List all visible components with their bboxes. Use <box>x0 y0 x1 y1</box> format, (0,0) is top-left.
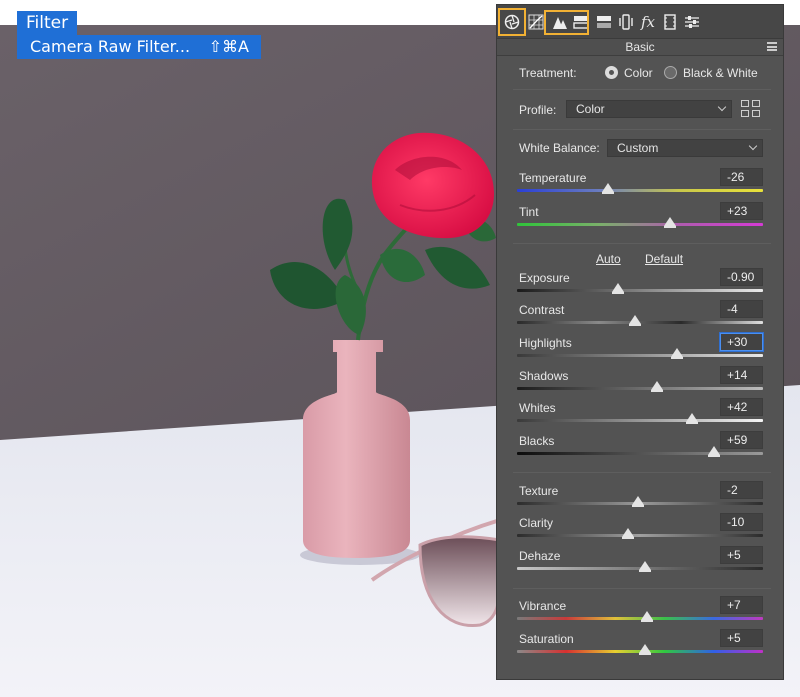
profile-label: Profile: <box>519 103 557 117</box>
tint-value-input[interactable]: +23 <box>720 202 763 220</box>
fx-icon[interactable]: fx <box>637 11 659 33</box>
auto-link[interactable]: Auto <box>596 252 621 266</box>
tint-slider-track[interactable] <box>517 223 763 226</box>
tone-curve-icon[interactable] <box>525 11 547 33</box>
treatment-bw-radio[interactable] <box>664 66 677 79</box>
blacks-value-input[interactable]: +59 <box>720 431 763 449</box>
white-balance-select[interactable]: Custom <box>607 139 763 157</box>
dehaze-slider-thumb[interactable] <box>638 561 651 572</box>
blacks-slider-track[interactable] <box>517 452 763 455</box>
hsl-icon[interactable] <box>570 11 592 33</box>
highlights-slider-thumb[interactable] <box>670 348 683 359</box>
chevron-down-icon <box>748 141 758 151</box>
lens-corrections-icon[interactable] <box>615 11 637 33</box>
vibrance-value-input[interactable]: +7 <box>720 596 763 614</box>
treatment-color-radio[interactable] <box>605 66 618 79</box>
exposure-label: Exposure <box>519 271 570 285</box>
tint-label: Tint <box>519 205 539 219</box>
texture-value-input[interactable]: -2 <box>720 481 763 499</box>
shadows-slider-thumb[interactable] <box>651 381 664 392</box>
vibrance-slider-thumb[interactable] <box>641 611 654 622</box>
texture-label: Texture <box>519 484 559 498</box>
exposure-slider-track[interactable] <box>517 289 763 292</box>
panel-toolbar: fx <box>497 5 783 39</box>
exposure-value-input[interactable]: -0.90 <box>720 268 763 286</box>
clarity-value-input[interactable]: -10 <box>720 513 763 531</box>
panel-menu-icon[interactable] <box>767 42 777 51</box>
shadows-slider-track[interactable] <box>517 387 763 390</box>
shadows-value-input[interactable]: +14 <box>720 366 763 384</box>
filter-menu-dropdown: Camera Raw Filter... ⇧⌘A <box>17 35 261 59</box>
whites-slider-thumb[interactable] <box>685 413 698 424</box>
camera-raw-panel: fx Basic Treatment: Color Black & White … <box>496 4 784 680</box>
chevron-down-icon <box>717 102 727 112</box>
divider <box>513 129 771 130</box>
shadows-label: Shadows <box>519 369 569 383</box>
divider <box>513 588 771 589</box>
presets-icon[interactable] <box>681 11 703 33</box>
highlights-slider-track[interactable] <box>517 354 763 357</box>
highlights-label: Highlights <box>519 336 572 350</box>
exposure-slider-thumb[interactable] <box>611 283 624 294</box>
temperature-slider-track[interactable] <box>517 189 763 192</box>
saturation-label: Saturation <box>519 632 574 646</box>
profile-browser-icon[interactable] <box>741 100 761 118</box>
blacks-slider-thumb[interactable] <box>707 446 720 457</box>
white-balance-label: White Balance: <box>519 141 600 155</box>
temperature-value-input[interactable]: -26 <box>720 168 763 186</box>
temperature-slider-thumb[interactable] <box>602 183 615 194</box>
dehaze-value-input[interactable]: +5 <box>720 546 763 564</box>
saturation-value-input[interactable]: +5 <box>720 629 763 647</box>
divider <box>513 89 771 90</box>
camera-calibration-icon[interactable] <box>659 11 681 33</box>
whites-label: Whites <box>519 401 556 415</box>
aperture-icon[interactable] <box>498 8 526 36</box>
highlights-value-input[interactable]: +30 <box>720 333 763 351</box>
clarity-slider-thumb[interactable] <box>621 528 634 539</box>
whites-value-input[interactable]: +42 <box>720 398 763 416</box>
vibrance-label: Vibrance <box>519 599 567 613</box>
filter-menu-title[interactable]: Filter <box>17 11 77 35</box>
contrast-slider-thumb[interactable] <box>629 315 642 326</box>
clarity-slider-track[interactable] <box>517 534 763 537</box>
treatment-label: Treatment: <box>519 66 577 80</box>
divider <box>513 243 771 244</box>
section-title: Basic <box>625 40 655 54</box>
contrast-value-input[interactable]: -4 <box>720 300 763 318</box>
dehaze-label: Dehaze <box>519 549 561 563</box>
blacks-label: Blacks <box>519 434 555 448</box>
divider <box>513 472 771 473</box>
default-link[interactable]: Default <box>645 252 683 266</box>
tint-slider-thumb[interactable] <box>663 217 676 228</box>
panel-section-header: Basic <box>497 39 783 56</box>
white-balance-select-value: Custom <box>617 141 659 155</box>
profile-select[interactable]: Color <box>566 100 732 118</box>
clarity-label: Clarity <box>519 516 554 530</box>
treatment-bw-label: Black & White <box>683 66 758 80</box>
temperature-label: Temperature <box>519 171 587 185</box>
whites-slider-track[interactable] <box>517 419 763 422</box>
contrast-label: Contrast <box>519 303 565 317</box>
profile-select-value: Color <box>576 102 605 116</box>
saturation-slider-thumb[interactable] <box>638 644 651 655</box>
vibrance-slider-track[interactable] <box>517 617 763 620</box>
camera-raw-filter-menu-item[interactable]: Camera Raw Filter... <box>30 35 190 58</box>
menu-item-shortcut: ⇧⌘A <box>208 37 249 56</box>
detail-icon[interactable] <box>549 11 571 33</box>
treatment-color-label: Color <box>624 66 653 80</box>
texture-slider-thumb[interactable] <box>631 496 644 507</box>
split-toning-icon[interactable] <box>593 11 615 33</box>
